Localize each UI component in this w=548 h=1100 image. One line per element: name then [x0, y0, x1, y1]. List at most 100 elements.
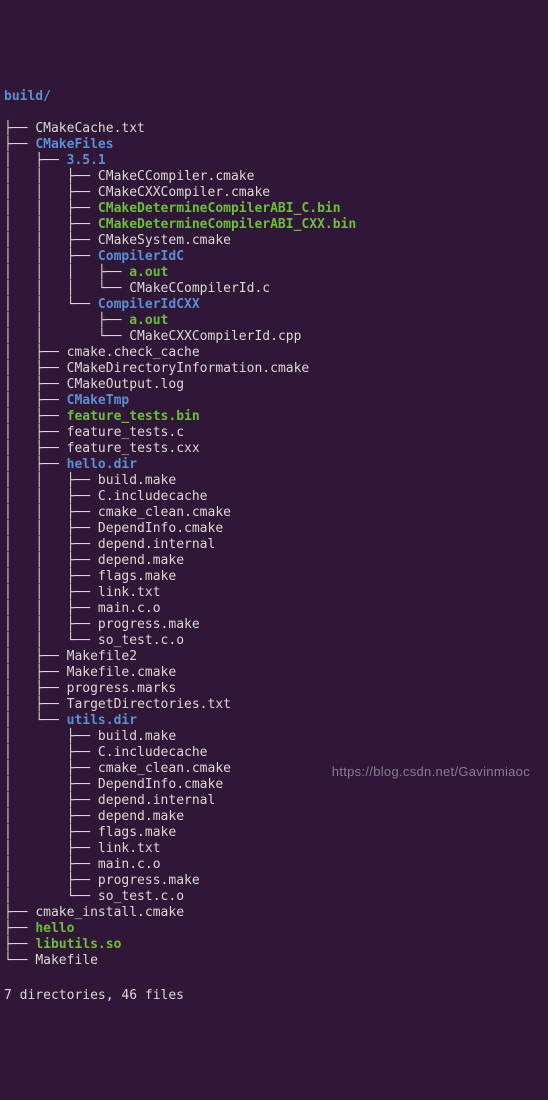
tree-row: │ │ ├── depend.make: [4, 553, 544, 569]
tree-row: │ ├── build.make: [4, 729, 544, 745]
tree-branch-glyphs: │ ├──: [4, 361, 67, 376]
tree-branch-glyphs: │ ├──: [4, 441, 67, 456]
tree-row: │ │ ├── CMakeSystem.cmake: [4, 233, 544, 249]
tree-file: main.c.o: [98, 601, 161, 616]
tree-row: │ │ ├── CMakeCCompiler.cmake: [4, 169, 544, 185]
tree-directory: CompilerIdCXX: [98, 297, 200, 312]
tree-file: CMakeDirectoryInformation.cmake: [67, 361, 310, 376]
tree-row: │ ├── feature_tests.c: [4, 425, 544, 441]
tree-file: depend.make: [98, 553, 184, 568]
tree-executable: hello: [35, 921, 74, 936]
tree-executable: libutils.so: [35, 937, 121, 952]
tree-file: TargetDirectories.txt: [67, 697, 231, 712]
tree-file: CMakeOutput.log: [67, 377, 184, 392]
tree-file: flags.make: [98, 825, 176, 840]
tree-row: ├── libutils.so: [4, 937, 544, 953]
tree-branch-glyphs: │ ├──: [4, 345, 67, 360]
tree-branch-glyphs: │ │ ├──: [4, 617, 98, 632]
tree-row: │ ├── depend.make: [4, 809, 544, 825]
tree-row: │ │ │ └── CMakeCCompilerId.c: [4, 281, 544, 297]
tree-branch-glyphs: │ │ ├──: [4, 249, 98, 264]
tree-branch-glyphs: │ ├──: [4, 825, 98, 840]
tree-branch-glyphs: │ ├──: [4, 153, 67, 168]
tree-directory: CompilerIdC: [98, 249, 184, 264]
tree-row: │ ├── Makefile.cmake: [4, 665, 544, 681]
tree-branch-glyphs: │ ├──: [4, 697, 67, 712]
tree-file: feature_tests.cxx: [67, 441, 200, 456]
tree-file: CMakeCXXCompiler.cmake: [98, 185, 270, 200]
tree-branch-glyphs: │ ├──: [4, 409, 67, 424]
tree-row: │ ├── feature_tests.bin: [4, 409, 544, 425]
tree-row: ├── cmake_install.cmake: [4, 905, 544, 921]
tree-row: │ │ └── CMakeCXXCompilerId.cpp: [4, 329, 544, 345]
tree-branch-glyphs: │ ├──: [4, 665, 67, 680]
tree-file: build.make: [98, 473, 176, 488]
tree-row: │ ├── hello.dir: [4, 457, 544, 473]
tree-row: │ ├── progress.make: [4, 873, 544, 889]
tree-branch-glyphs: ├──: [4, 921, 35, 936]
tree-executable: CMakeDetermineCompilerABI_C.bin: [98, 201, 341, 216]
tree-file: cmake_clean.cmake: [98, 505, 231, 520]
tree-branch-glyphs: │ ├──: [4, 425, 67, 440]
tree-file: depend.make: [98, 809, 184, 824]
tree-branch-glyphs: │ │ ├──: [4, 489, 98, 504]
tree-branch-glyphs: └──: [4, 953, 35, 968]
tree-branch-glyphs: │ ├──: [4, 761, 98, 776]
tree-branch-glyphs: │ │ ├──: [4, 521, 98, 536]
tree-output: ├── CMakeCache.txt├── CMakeFiles│ ├── 3.…: [4, 121, 544, 969]
tree-branch-glyphs: │ ├──: [4, 681, 67, 696]
tree-row: │ ├── depend.internal: [4, 793, 544, 809]
terminal-header-fragment: . . . . . . . ,.,,.,,.,,,,,,,,,.,,.,,,,,…: [4, 64, 544, 73]
tree-row: │ ├── CMakeOutput.log: [4, 377, 544, 393]
tree-branch-glyphs: │ ├──: [4, 729, 98, 744]
tree-row: │ │ └── CompilerIdCXX: [4, 297, 544, 313]
tree-file: C.includecache: [98, 489, 208, 504]
tree-row: │ ├── TargetDirectories.txt: [4, 697, 544, 713]
tree-file: so_test.c.o: [98, 633, 184, 648]
tree-file: Makefile2: [67, 649, 137, 664]
tree-branch-glyphs: │ ├──: [4, 745, 98, 760]
tree-file: flags.make: [98, 569, 176, 584]
tree-directory: 3.5.1: [67, 153, 106, 168]
tree-row: │ │ ├── a.out: [4, 313, 544, 329]
tree-file: CMakeCCompilerId.c: [129, 281, 270, 296]
tree-executable: CMakeDetermineCompilerABI_CXX.bin: [98, 217, 356, 232]
tree-row: │ ├── progress.marks: [4, 681, 544, 697]
tree-branch-glyphs: │ ├──: [4, 793, 98, 808]
tree-branch-glyphs: │ └──: [4, 713, 67, 728]
tree-file: Makefile.cmake: [67, 665, 177, 680]
tree-branch-glyphs: │ │ ├──: [4, 601, 98, 616]
tree-executable: feature_tests.bin: [67, 409, 200, 424]
tree-row: │ ├── CMakeDirectoryInformation.cmake: [4, 361, 544, 377]
tree-root: build/: [4, 89, 544, 105]
tree-row: │ ├── 3.5.1: [4, 153, 544, 169]
tree-branch-glyphs: │ ├──: [4, 377, 67, 392]
tree-branch-glyphs: │ ├──: [4, 393, 67, 408]
tree-row: │ │ ├── link.txt: [4, 585, 544, 601]
tree-branch-glyphs: │ └──: [4, 889, 98, 904]
tree-branch-glyphs: │ │ ├──: [4, 537, 98, 552]
tree-row: │ │ ├── CompilerIdC: [4, 249, 544, 265]
tree-row: ├── CMakeCache.txt: [4, 121, 544, 137]
tree-row: │ │ ├── CMakeCXXCompiler.cmake: [4, 185, 544, 201]
tree-branch-glyphs: │ │ ├──: [4, 169, 98, 184]
tree-branch-glyphs: │ ├──: [4, 649, 67, 664]
tree-file: DependInfo.cmake: [98, 521, 223, 536]
tree-branch-glyphs: ├──: [4, 137, 35, 152]
tree-branch-glyphs: ├──: [4, 121, 35, 136]
tree-row: │ ├── feature_tests.cxx: [4, 441, 544, 457]
tree-branch-glyphs: │ │ └──: [4, 633, 98, 648]
tree-branch-glyphs: │ │ ├──: [4, 569, 98, 584]
root-dir-label: build/: [4, 89, 51, 104]
tree-file: CMakeSystem.cmake: [98, 233, 231, 248]
tree-row: │ ├── main.c.o: [4, 857, 544, 873]
tree-file: CMakeCXXCompilerId.cpp: [129, 329, 301, 344]
tree-row: │ │ ├── CMakeDetermineCompilerABI_C.bin: [4, 201, 544, 217]
tree-executable: a.out: [129, 265, 168, 280]
tree-branch-glyphs: │ ├──: [4, 841, 98, 856]
tree-file: C.includecache: [98, 745, 208, 760]
tree-file: feature_tests.c: [67, 425, 184, 440]
tree-branch-glyphs: ├──: [4, 937, 35, 952]
tree-file: depend.internal: [98, 537, 215, 552]
tree-row: │ │ ├── CMakeDetermineCompilerABI_CXX.bi…: [4, 217, 544, 233]
